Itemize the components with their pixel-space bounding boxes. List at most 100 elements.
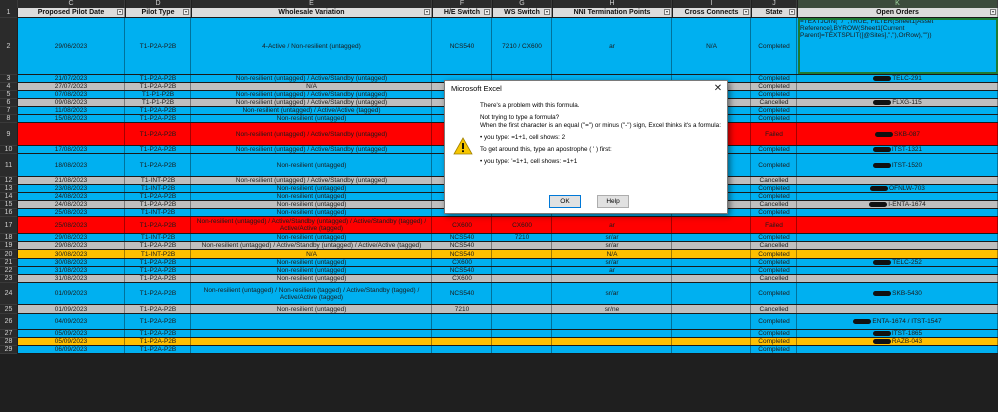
cell-he-switch[interactable]: 7210 [433,305,492,313]
cell-date[interactable]: 17/08/2023 [18,146,125,153]
cell-he-switch[interactable]: NCS540 [433,267,492,274]
cell-open-orders[interactable]: ITST-1520 [798,154,998,176]
cell-pilot-type[interactable]: T1-P2A-P2B [126,346,191,353]
cell-date[interactable]: 01/09/2023 [18,283,125,304]
cell-state[interactable]: Completed [752,259,797,266]
cell-pilot-type[interactable]: T1-P2A-P2B [126,283,191,304]
row-header[interactable]: 21 [0,259,17,267]
filter-dropdown-icon[interactable] [183,9,189,15]
column-header-g[interactable]: G [493,0,552,8]
cell-cross-connects[interactable] [673,250,751,258]
cell-pilot-type[interactable]: T1-P2A-P2B [126,18,191,74]
cell-pilot-type[interactable]: T1-P2A-P2B [126,83,191,90]
cell-open-orders[interactable]: ITST-1321 [798,146,998,153]
cell-open-orders[interactable] [798,107,998,114]
cell-ws-switch[interactable] [493,330,552,337]
cell-date[interactable]: 30/08/2023 [18,259,125,266]
cell-date[interactable]: 31/08/2023 [18,275,125,282]
row-header[interactable]: 16 [0,209,17,217]
row-header[interactable]: 15 [0,201,17,209]
cell-open-orders[interactable]: I-ENTA-1674 [798,201,998,208]
cell-he-switch[interactable] [433,330,492,337]
cell-nni-points[interactable] [553,338,672,345]
row-header[interactable]: 12 [0,177,17,185]
row-header[interactable]: 25 [0,305,17,314]
cell-pilot-type[interactable]: T1-INT-P2B [126,177,191,184]
cell-state[interactable]: Completed [752,185,797,192]
row-header[interactable]: 7 [0,107,17,115]
cell-ws-switch[interactable] [493,283,552,304]
cell-nni-points[interactable] [553,314,672,329]
cell-open-orders[interactable] [798,234,998,241]
row-header[interactable]: 13 [0,185,17,193]
cell-nni-points[interactable]: sr/ne [553,305,672,313]
cell-nni-points[interactable] [553,330,672,337]
column-header-d[interactable]: D [126,0,191,8]
row-header[interactable]: 2 [0,18,17,75]
row-header[interactable]: 22 [0,267,17,275]
cell-date[interactable]: 07/08/2023 [18,91,125,98]
cell-cross-connects[interactable]: N/A [673,18,751,74]
cell-nni-points[interactable]: ar [553,267,672,274]
cell-pilot-type[interactable]: T1-P2A-P2B [126,314,191,329]
row-header[interactable]: 11 [0,154,17,177]
cell-state[interactable]: Completed [752,91,797,98]
cell-ws-switch[interactable] [493,305,552,313]
cell-date[interactable]: 29/06/2023 [18,18,125,74]
row-header[interactable]: 4 [0,83,17,91]
row-header[interactable]: 3 [0,75,17,83]
cell-open-orders[interactable] [798,91,998,98]
cell-he-switch[interactable] [433,338,492,345]
cell-wholesale-variation[interactable]: 4-Active / Non-resilient (untagged) [192,18,432,74]
cell-cross-connects[interactable] [673,283,751,304]
cell-state[interactable]: Completed [752,314,797,329]
cell-state[interactable]: Completed [752,193,797,200]
column-header-e[interactable]: E [192,0,432,8]
cell-cross-connects[interactable] [673,275,751,282]
cell-open-orders[interactable] [798,275,998,282]
cell-open-orders[interactable] [798,305,998,313]
cell-wholesale-variation[interactable] [192,346,432,353]
cell-he-switch[interactable] [433,346,492,353]
cell-he-switch[interactable]: CX600 [433,259,492,266]
cell-open-orders[interactable]: OFNLW-703 [798,185,998,192]
cell-nni-points[interactable]: sr/ar [553,234,672,241]
cell-state[interactable]: Completed [752,338,797,345]
row-header[interactable]: 5 [0,91,17,99]
select-all-corner[interactable] [0,0,18,8]
row-header[interactable]: 6 [0,99,17,107]
cell-cross-connects[interactable] [673,217,751,233]
cell-state[interactable]: Completed [752,267,797,274]
header-ws-switch[interactable]: WS Switch [493,8,552,17]
cell-open-orders[interactable]: =TEXTJOIN(" / ",TRUE, FILTER(Sheet1[Asse… [798,18,998,74]
cell-ws-switch[interactable] [493,314,552,329]
cell-pilot-type[interactable]: T1-P2A-P2B [126,123,191,145]
cell-date[interactable]: 25/08/2023 [18,217,125,233]
cell-date[interactable]: 21/07/2023 [18,75,125,82]
header-nni-points[interactable]: NNI Termination Points [553,8,672,17]
cell-nni-points[interactable]: sr/ar [553,259,672,266]
cell-date[interactable]: 29/08/2023 [18,234,125,241]
cell-he-switch[interactable]: NCS540 [433,283,492,304]
ok-button[interactable]: OK [549,195,581,208]
cell-pilot-type[interactable]: T1-P2A-P2B [126,217,191,233]
cell-pilot-type[interactable]: T1-P2A-P2B [126,305,191,313]
cell-state[interactable]: Completed [752,330,797,337]
cell-he-switch[interactable]: CX600 [433,217,492,233]
cell-date[interactable]: 06/09/2023 [18,346,125,353]
cell-pilot-type[interactable]: T1-INT-P2B [126,250,191,258]
cell-nni-points[interactable]: ar [553,18,672,74]
cell-state[interactable]: Completed [752,234,797,241]
header-open-orders[interactable]: Open Orders [798,8,998,17]
cell-date[interactable]: 23/08/2023 [18,185,125,192]
column-header-i[interactable]: I [673,0,751,8]
cell-wholesale-variation[interactable] [192,330,432,337]
cell-date[interactable]: 18/08/2023 [18,154,125,176]
row-header[interactable]: 20 [0,250,17,259]
cell-pilot-type[interactable]: T1-P2A-P2B [126,201,191,208]
cell-date[interactable]: 24/08/2023 [18,193,125,200]
cell-pilot-type[interactable]: T1-INT-P2B [126,209,191,216]
cell-wholesale-variation[interactable]: N/A [192,83,432,90]
cell-cross-connects[interactable] [673,234,751,241]
cell-pilot-type[interactable]: T1-P2A-P2B [126,146,191,153]
